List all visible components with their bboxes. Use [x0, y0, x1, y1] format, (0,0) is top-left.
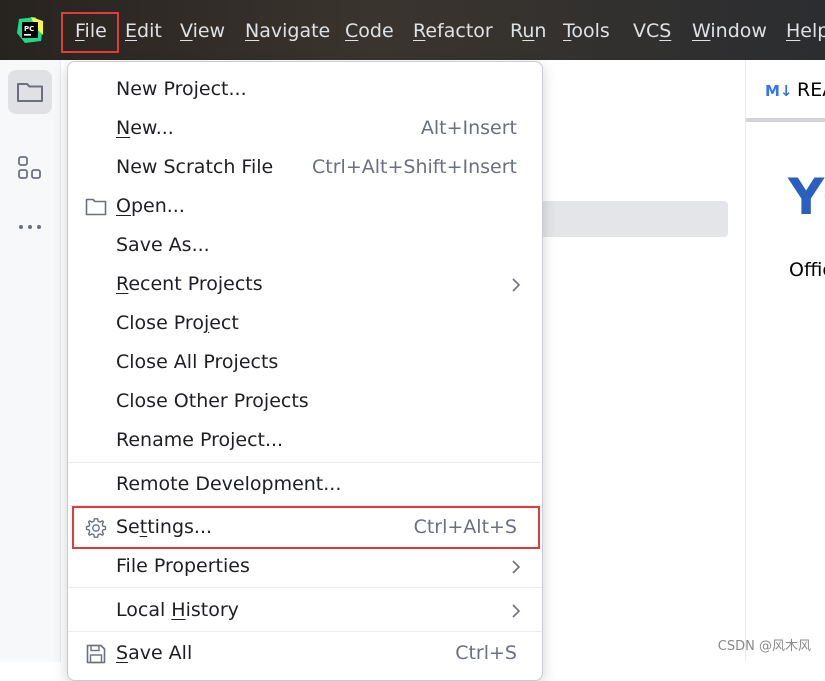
- menu-refactor[interactable]: Refactor: [413, 0, 493, 60]
- main-menu-bar: PC File Edit View Navigate Code Refactor…: [0, 0, 825, 60]
- structure-icon: [18, 156, 41, 179]
- shortcut-new: Alt+Insert: [420, 117, 517, 139]
- menu-item-close-other-projects[interactable]: Close Other Projects: [68, 382, 542, 421]
- structure-tool-button[interactable]: [8, 146, 52, 190]
- menu-separator: [68, 587, 542, 588]
- file-menu-dropdown: New Project... New... Alt+Insert New Scr…: [67, 61, 543, 681]
- menu-vcs[interactable]: VCS: [633, 0, 671, 60]
- more-icon: [19, 225, 41, 229]
- menu-item-local-history[interactable]: Local History: [68, 591, 542, 630]
- menu-item-open[interactable]: Open...: [68, 187, 542, 226]
- menu-edit[interactable]: Edit: [125, 0, 162, 60]
- chevron-right-icon: [512, 560, 521, 574]
- editor-area: M↓ README.md YC Offic: [746, 60, 825, 662]
- shortcut-save-all: Ctrl+S: [455, 642, 517, 664]
- menu-item-new[interactable]: New... Alt+Insert: [68, 109, 542, 148]
- menu-item-save-all[interactable]: Save All Ctrl+S: [68, 634, 542, 673]
- chevron-right-icon: [512, 278, 521, 292]
- more-tools-button[interactable]: [8, 205, 52, 249]
- svg-text:PC: PC: [24, 25, 34, 33]
- menu-window[interactable]: Window: [692, 0, 767, 60]
- settings-annotation-box: [72, 506, 540, 549]
- chevron-right-icon: [512, 604, 521, 618]
- menu-tools[interactable]: Tools: [563, 0, 610, 60]
- menu-item-close-project[interactable]: Close Project: [68, 304, 542, 343]
- menu-code[interactable]: Code: [345, 0, 394, 60]
- menu-run[interactable]: Run: [510, 0, 546, 60]
- folder-icon: [85, 198, 107, 216]
- menu-navigate[interactable]: Navigate: [245, 0, 330, 60]
- folder-icon: [17, 83, 43, 102]
- project-tree-selection: [540, 201, 728, 237]
- menu-separator: [68, 631, 542, 632]
- menu-item-new-project[interactable]: New Project...: [68, 70, 542, 109]
- menu-item-save-as[interactable]: Save As...: [68, 226, 542, 265]
- editor-heading: YC: [788, 168, 825, 226]
- watermark: CSDN @风木风: [717, 639, 811, 654]
- menu-item-close-all-projects[interactable]: Close All Projects: [68, 343, 542, 382]
- markdown-icon: M↓: [765, 82, 793, 100]
- shortcut-new-scratch: Ctrl+Alt+Shift+Insert: [312, 156, 517, 178]
- menu-item-file-properties[interactable]: File Properties: [68, 547, 542, 586]
- menu-item-rename-project[interactable]: Rename Project...: [68, 421, 542, 460]
- file-menu-annotation-box: [61, 12, 119, 53]
- editor-tab-readme[interactable]: README.md: [797, 79, 825, 101]
- menu-item-recent-projects[interactable]: Recent Projects: [68, 265, 542, 304]
- menu-separator: [68, 462, 542, 463]
- project-tool-button[interactable]: [8, 70, 52, 114]
- menu-help[interactable]: Help: [786, 0, 825, 60]
- editor-tab-bar: M↓ README.md: [746, 60, 825, 122]
- tool-window-strip: [0, 60, 61, 662]
- menu-item-remote-development[interactable]: Remote Development...: [68, 465, 542, 504]
- editor-text: Offic: [789, 259, 825, 281]
- pycharm-logo-icon[interactable]: PC: [17, 17, 43, 43]
- menu-view[interactable]: View: [180, 0, 225, 60]
- menu-item-new-scratch-file[interactable]: New Scratch File Ctrl+Alt+Shift+Insert: [68, 148, 542, 187]
